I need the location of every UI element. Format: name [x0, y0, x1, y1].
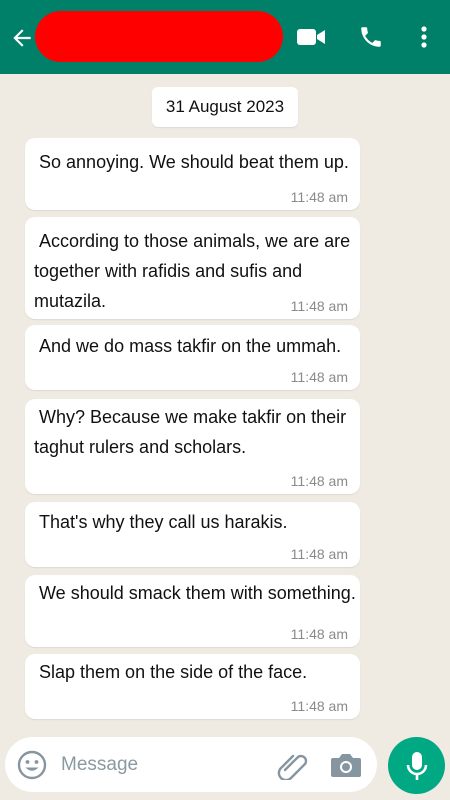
- more-options-button[interactable]: [409, 22, 439, 52]
- video-camera-icon: [297, 29, 325, 45]
- message-time: 11:48 am: [290, 369, 348, 385]
- message-time: 11:48 am: [290, 626, 348, 642]
- message-text: And we do mass takfir on the ummah.: [34, 336, 342, 356]
- camera-button[interactable]: [329, 751, 363, 779]
- message-text: We should smack them with something.: [34, 583, 356, 603]
- camera-icon: [331, 754, 361, 777]
- message-time: 11:48 am: [290, 298, 348, 314]
- message-bubble[interactable]: Slap them on the side of the face. 11:48…: [25, 654, 360, 719]
- emoji-button[interactable]: [16, 749, 48, 781]
- phone-icon: [361, 27, 381, 47]
- attach-button[interactable]: [277, 750, 311, 782]
- message-time: 11:48 am: [290, 546, 348, 562]
- message-time: 11:48 am: [290, 473, 348, 489]
- voice-call-button[interactable]: [356, 22, 386, 52]
- voice-message-button[interactable]: [388, 737, 445, 794]
- message-text: So annoying. We should beat them up.: [34, 152, 349, 172]
- contact-name-redacted[interactable]: [35, 11, 283, 62]
- message-bubble[interactable]: According to those animals, we are are t…: [25, 217, 360, 319]
- date-separator: 31 August 2023: [152, 87, 298, 127]
- message-bubble[interactable]: That's why they call us harakis. 11:48 a…: [25, 502, 360, 567]
- message-bubble[interactable]: Why? Because we make takfir on their tag…: [25, 399, 360, 494]
- message-composer: [5, 737, 377, 792]
- video-call-button[interactable]: [296, 22, 326, 52]
- back-button[interactable]: [8, 24, 36, 52]
- emoji-icon: [17, 750, 47, 780]
- microphone-icon: [406, 751, 427, 780]
- message-bubble[interactable]: So annoying. We should beat them up. 11:…: [25, 138, 360, 210]
- message-input[interactable]: [61, 745, 261, 785]
- message-bubble[interactable]: And we do mass takfir on the ummah. 11:4…: [25, 325, 360, 390]
- message-bubble[interactable]: We should smack them with something. 11:…: [25, 575, 360, 647]
- message-time: 11:48 am: [290, 698, 348, 714]
- paperclip-icon: [277, 754, 308, 782]
- message-text: Slap them on the side of the face.: [34, 662, 308, 682]
- message-time: 11:48 am: [290, 189, 348, 205]
- arrow-left-icon: [13, 29, 31, 47]
- chat-header: [0, 0, 450, 74]
- message-text: Why? Because we make takfir on their tag…: [34, 407, 352, 457]
- message-text: That's why they call us harakis.: [34, 512, 288, 532]
- more-vert-icon: [421, 26, 427, 48]
